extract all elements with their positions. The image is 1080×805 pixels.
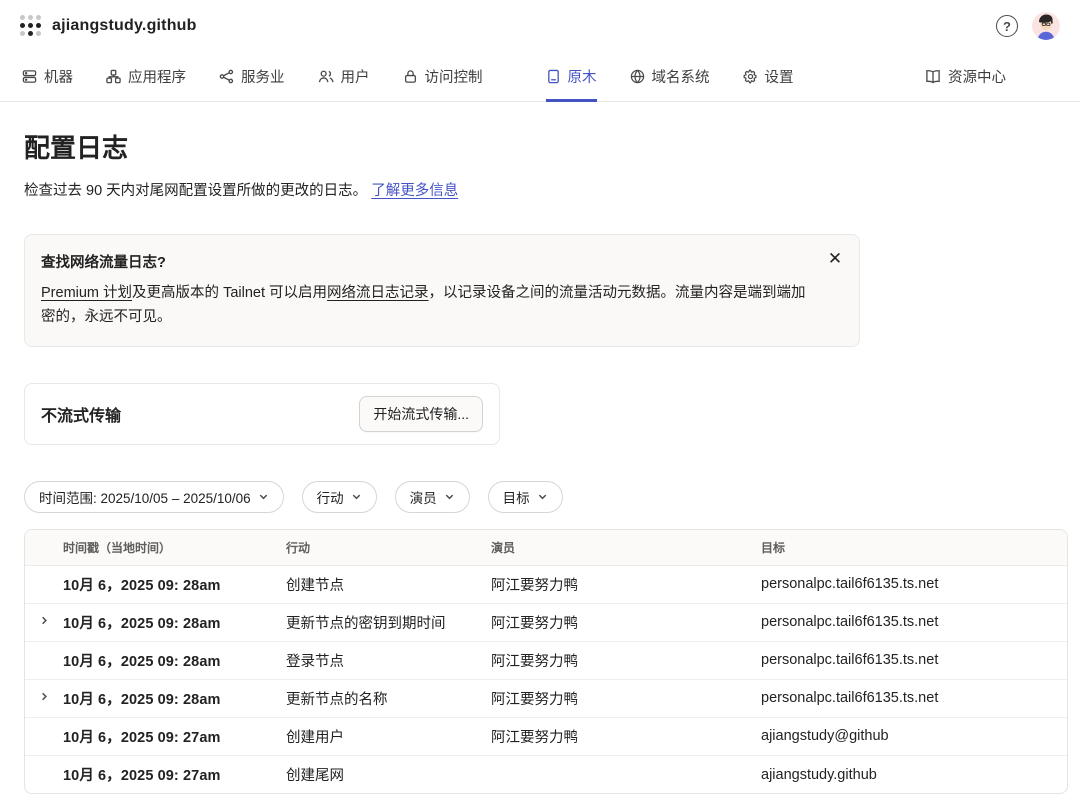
primary-nav: 机器 应用程序 服务业 用户 访问控制 原木 域名系统 设置 资源中心 (0, 52, 1080, 102)
table-row: 10月 6，2025 09: 28am 登录节点 阿江要努力鸭 personal… (25, 641, 1067, 679)
table-row: 10月 6，2025 09: 27am 创建尾网 ajiangstudy.git… (25, 755, 1067, 793)
streaming-status-card: 不流式传输 开始流式传输... (24, 383, 500, 445)
table-row[interactable]: 10月 6，2025 09: 28am 更新节点的密钥到期时间 阿江要努力鸭 p… (25, 603, 1067, 641)
col-header-action: 行动 (286, 530, 491, 566)
time-range-filter[interactable]: 时间范围: 2025/10/05 – 2025/10/06 (24, 481, 284, 513)
close-icon[interactable]: ✕ (825, 249, 845, 269)
table-row[interactable]: 10月 6，2025 09: 28am 更新节点的名称 阿江要努力鸭 perso… (25, 679, 1067, 717)
flow-logging-link[interactable]: 网络流日志记录 (327, 285, 429, 301)
target-filter[interactable]: 目标 (488, 481, 563, 513)
col-header-target: 目标 (761, 530, 1067, 566)
table-row: 10月 6，2025 09: 28am 创建节点 阿江要努力鸭 personal… (25, 565, 1067, 603)
actor-filter[interactable]: 演员 (395, 481, 470, 513)
tailscale-logo-icon (20, 15, 42, 37)
page-title: 配置日志 (24, 128, 1056, 165)
chevron-down-icon (351, 491, 362, 502)
col-header-timestamp: 时间戳（当地时间） (63, 530, 286, 566)
chevron-down-icon (444, 491, 455, 502)
start-streaming-button[interactable]: 开始流式传输... (359, 396, 483, 432)
log-filters: 时间范围: 2025/10/05 – 2025/10/06 行动 演员 目标 (24, 481, 1056, 513)
config-log-table: 时间戳（当地时间） 行动 演员 目标 10月 6，2025 09: 28am 创… (24, 529, 1068, 795)
user-avatar[interactable] (1032, 12, 1060, 40)
action-filter[interactable]: 行动 (302, 481, 377, 513)
banner-title: 查找网络流量日志? (41, 251, 819, 272)
main-content: 配置日志 检查过去 90 天内对尾网配置设置所做的更改的日志。 了解更多信息 查… (0, 128, 1080, 805)
nav-item-users[interactable]: 用户 (318, 53, 370, 102)
nav-item-apps[interactable]: 应用程序 (106, 53, 186, 102)
col-header-actor: 演员 (491, 530, 761, 566)
tenant-name: ajiangstudy.github (52, 17, 197, 35)
nav-item-services[interactable]: 服务业 (219, 53, 285, 102)
chevron-right-icon[interactable] (39, 691, 50, 702)
banner-body: Premium 计划及更高版本的 Tailnet 可以启用网络流日志记录，以记录… (41, 282, 819, 330)
streaming-status: 不流式传输 (41, 402, 121, 426)
table-header-row: 时间戳（当地时间） 行动 演员 目标 (25, 530, 1067, 566)
top-bar: ajiangstudy.github ? (0, 0, 1080, 52)
nav-item-access-controls[interactable]: 访问控制 (403, 53, 483, 102)
table-row: 10月 6，2025 09: 27am 创建用户 阿江要努力鸭 ajiangst… (25, 717, 1067, 755)
learn-more-link[interactable]: 了解更多信息 (371, 183, 458, 199)
chevron-right-icon[interactable] (39, 615, 50, 626)
nav-item-resource-center[interactable]: 资源中心 (925, 53, 1006, 102)
nav-item-dns[interactable]: 域名系统 (630, 53, 710, 102)
chevron-down-icon (258, 491, 269, 502)
chevron-down-icon (537, 491, 548, 502)
network-flow-logs-banner: 查找网络流量日志? Premium 计划及更高版本的 Tailnet 可以启用网… (24, 234, 860, 347)
nav-item-settings[interactable]: 设置 (743, 53, 794, 102)
page-description: 检查过去 90 天内对尾网配置设置所做的更改的日志。 了解更多信息 (24, 179, 1056, 200)
help-icon[interactable]: ? (996, 15, 1018, 37)
premium-plan-link[interactable]: Premium 计划 (41, 285, 132, 301)
nav-item-logs[interactable]: 原木 (546, 53, 597, 102)
nav-item-machines[interactable]: 机器 (22, 53, 73, 102)
